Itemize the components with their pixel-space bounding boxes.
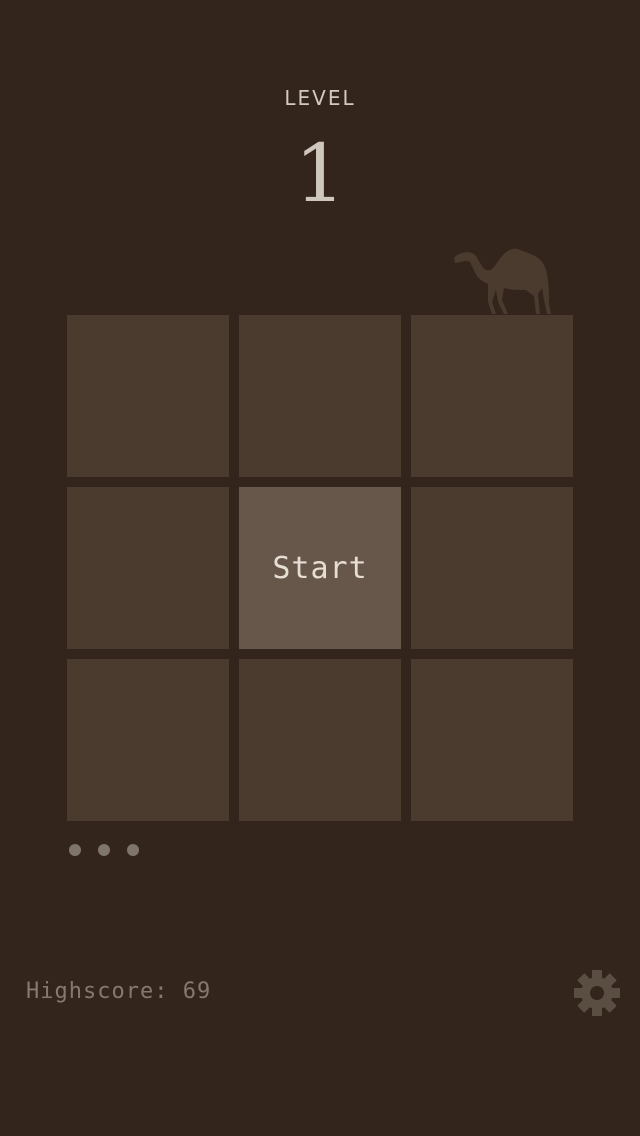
- grid-tile[interactable]: [67, 487, 229, 649]
- start-button-label: Start: [272, 550, 368, 586]
- gear-icon[interactable]: [572, 968, 622, 1018]
- grid-tile[interactable]: [411, 487, 573, 649]
- grid-tile[interactable]: [411, 315, 573, 477]
- page-dot: [127, 844, 139, 856]
- page-indicator: [69, 844, 139, 856]
- highscore-label: Highscore: 69: [26, 979, 212, 1004]
- grid-tile[interactable]: [67, 659, 229, 821]
- level-number: 1: [294, 127, 346, 220]
- page-dot: [69, 844, 81, 856]
- grid-tile[interactable]: [239, 659, 401, 821]
- start-button[interactable]: Start: [239, 487, 401, 649]
- level-label: LEVEL: [284, 86, 356, 110]
- grid-tile[interactable]: [411, 659, 573, 821]
- page-dot: [98, 844, 110, 856]
- grid-tile[interactable]: [239, 315, 401, 477]
- game-grid: Start: [67, 315, 573, 821]
- grid-tile[interactable]: [67, 315, 229, 477]
- camel-icon: [454, 248, 551, 314]
